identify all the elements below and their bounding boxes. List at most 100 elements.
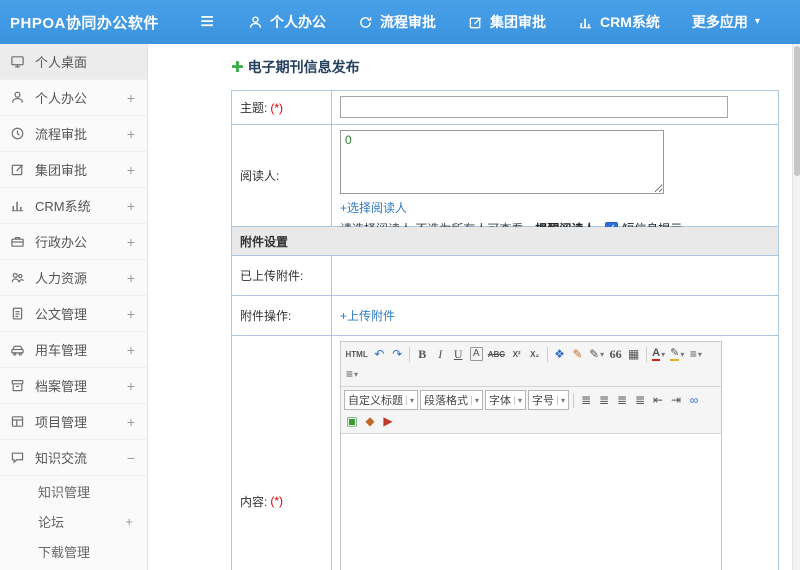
remove-format-button[interactable]: ❖ xyxy=(551,345,568,363)
redo-button[interactable]: ↷ xyxy=(389,345,406,363)
sidebar-item-admin-office[interactable]: 行政办公 + xyxy=(0,224,147,260)
expand-toggle[interactable]: + xyxy=(125,414,135,430)
nav-label: 集团审批 xyxy=(490,14,547,30)
sidebar-item-hr[interactable]: 人力资源 + xyxy=(0,260,147,296)
chevron-down-icon: ▾ xyxy=(354,369,359,379)
hamburger-menu-icon[interactable]: ≡ xyxy=(200,10,214,34)
refresh-icon xyxy=(358,15,373,30)
align-right-button[interactable]: ≣ xyxy=(614,391,631,409)
nav-label: CRM系统 xyxy=(600,14,660,30)
quick-format-dropdown[interactable]: ✎ ▾ xyxy=(587,345,606,363)
paragraph-format-select[interactable]: 段落格式 ▾ xyxy=(420,390,484,410)
align-center-button[interactable]: ≣ xyxy=(596,391,613,409)
format-painter-button[interactable]: ✎ xyxy=(569,345,586,363)
editor-content-area[interactable] xyxy=(341,434,721,570)
bold-button[interactable]: B xyxy=(414,345,431,363)
sidebar-item-personal-office[interactable]: 个人办公 + xyxy=(0,80,147,116)
ordered-list-dropdown[interactable]: ≡ ▾ xyxy=(344,365,361,383)
vertical-scrollbar[interactable] xyxy=(792,44,800,570)
readers-textarea[interactable]: 0 xyxy=(340,130,664,194)
sidebar-subitem-forum[interactable]: 论坛 + xyxy=(0,506,147,536)
flash-button[interactable]: ◆ xyxy=(362,412,379,430)
indent-button[interactable]: ⇥ xyxy=(668,391,685,409)
attachment-section-row: 附件设置 xyxy=(232,227,778,256)
sidebar-subitem-download-mgmt[interactable]: 下载管理 xyxy=(0,536,147,566)
font-color-dropdown[interactable]: A ▾ xyxy=(650,345,667,363)
readers-input-cell: 0 +选择阅读人 请选择阅读人,不选为所有人可查看 提醒阅读人: ✓ 短信息提示 xyxy=(332,125,778,236)
unordered-list-dropdown[interactable]: ≡ ▾ xyxy=(687,345,704,363)
document-icon xyxy=(10,306,27,321)
subscript-button[interactable]: X₂ xyxy=(526,345,543,363)
sidebar-item-label: 人力资源 xyxy=(35,271,88,286)
expand-toggle[interactable]: + xyxy=(125,270,135,286)
required-mark: (*) xyxy=(270,494,284,508)
upload-attachment-link[interactable]: +上传附件 xyxy=(340,307,395,324)
align-justify-button[interactable]: ≣ xyxy=(632,391,649,409)
nav-item-group-approval[interactable]: 集团审批 xyxy=(468,12,546,32)
undo-button[interactable]: ↶ xyxy=(371,345,388,363)
font-family-select[interactable]: 字体 ▾ xyxy=(485,390,527,410)
nav-item-workflow-approval[interactable]: 流程审批 xyxy=(358,12,436,32)
font-color-icon: A xyxy=(652,346,661,361)
sidebar-item-label: CRM系统 xyxy=(35,199,91,214)
blockquote-button[interactable]: 66 xyxy=(607,345,624,363)
sidebar-item-document-mgmt[interactable]: 公文管理 + xyxy=(0,296,147,332)
superscript-button[interactable]: X² xyxy=(508,345,525,363)
nav-label: 个人办公 xyxy=(270,14,327,30)
media-button[interactable]: ▶ xyxy=(380,412,397,430)
sidebar-item-label: 用车管理 xyxy=(35,343,88,358)
expand-toggle[interactable]: + xyxy=(125,306,135,322)
chevron-down-icon: ▾ xyxy=(697,349,702,359)
project-icon xyxy=(10,414,27,429)
align-left-button[interactable]: ≣ xyxy=(578,391,595,409)
font-size-select[interactable]: 字号 ▾ xyxy=(528,390,570,410)
nav-item-crm[interactable]: CRM系统 xyxy=(578,12,660,32)
underline-button[interactable]: U xyxy=(450,345,467,363)
expand-toggle[interactable]: + xyxy=(125,90,135,106)
table-button[interactable]: ▦ xyxy=(625,345,642,363)
link-button[interactable]: ∞ xyxy=(686,391,703,409)
chevron-down-icon: ▾ xyxy=(661,349,666,359)
sidebar-subitem-knowledge-mgmt[interactable]: 知识管理 xyxy=(0,476,147,506)
sidebar-item-crm[interactable]: CRM系统 + xyxy=(0,188,147,224)
sidebar-item-project-mgmt[interactable]: 项目管理 + xyxy=(0,404,147,440)
sidebar-item-personal-desktop[interactable]: 个人桌面 xyxy=(0,44,147,80)
expand-toggle[interactable]: + xyxy=(125,234,135,250)
highlight-color-dropdown[interactable]: ✎ ▾ xyxy=(668,345,686,363)
italic-button[interactable]: I xyxy=(432,345,449,363)
subject-input-cell xyxy=(332,91,778,124)
expand-toggle[interactable]: + xyxy=(125,126,135,142)
expand-toggle[interactable]: + xyxy=(123,514,133,529)
sidebar-item-group-approval[interactable]: 集团审批 + xyxy=(0,152,147,188)
nav-item-more-apps[interactable]: 更多应用 ▾ xyxy=(692,12,760,32)
source-code-button[interactable]: HTML xyxy=(344,345,370,363)
main-content: ✚ 电子期刊信息发布 主题: (*) 阅读人: 0 +选择阅读人 附件设置 已上… xyxy=(149,44,792,570)
scrollbar-thumb[interactable] xyxy=(794,46,800,176)
sidebar-item-knowledge-exchange[interactable]: 知识交流 − xyxy=(0,440,147,476)
subject-input[interactable] xyxy=(340,96,728,118)
readers-label-cell: 阅读人: xyxy=(232,125,332,226)
sidebar-subitem-public-file-cabinet[interactable]: 公共文件柜 xyxy=(0,566,147,570)
uploaded-label: 已上传附件: xyxy=(240,269,304,283)
nav-item-personal-office[interactable]: 个人办公 xyxy=(248,12,326,32)
nav-label: 更多应用 xyxy=(691,14,748,30)
outdent-button[interactable]: ⇤ xyxy=(650,391,667,409)
custom-heading-select[interactable]: 自定义标题 ▾ xyxy=(344,390,419,410)
sidebar-item-vehicle-mgmt[interactable]: 用车管理 + xyxy=(0,332,147,368)
select-readers-link[interactable]: +选择阅读人 xyxy=(340,199,770,216)
forecolor-button[interactable]: A xyxy=(468,345,485,363)
sidebar-item-workflow-approval[interactable]: 流程审批 + xyxy=(0,116,147,152)
image-button[interactable]: ▣ xyxy=(344,412,361,430)
expand-toggle[interactable]: + xyxy=(125,342,135,358)
expand-toggle[interactable]: + xyxy=(125,162,135,178)
strikethrough-button[interactable]: ABC xyxy=(486,345,507,363)
add-icon: ✚ xyxy=(231,59,244,76)
chevron-down-icon: ▾ xyxy=(471,395,479,405)
sidebar-item-label: 知识交流 xyxy=(35,451,88,466)
uploaded-label-cell: 已上传附件: xyxy=(232,256,332,295)
publish-form: 主题: (*) 阅读人: 0 +选择阅读人 请选择阅读人,不选为所有人可查看 xyxy=(231,90,779,570)
expand-toggle[interactable]: + xyxy=(125,198,135,214)
collapse-toggle[interactable]: − xyxy=(125,450,135,466)
sidebar-item-archive-mgmt[interactable]: 档案管理 + xyxy=(0,368,147,404)
expand-toggle[interactable]: + xyxy=(125,378,135,394)
